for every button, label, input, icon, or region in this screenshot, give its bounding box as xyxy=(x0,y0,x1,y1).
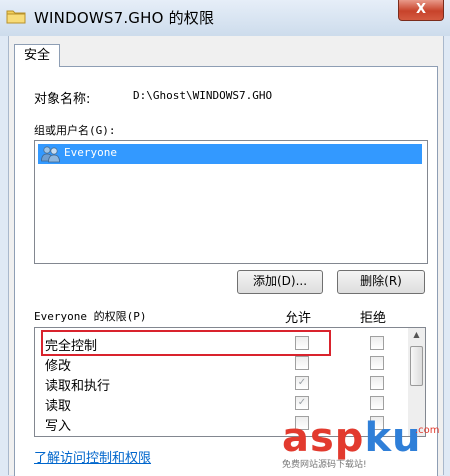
allow-checkbox-full-control[interactable] xyxy=(295,336,309,350)
deny-column-header: 拒绝 xyxy=(360,311,387,326)
watermark-tagline: 免费网站源码下载站! xyxy=(282,460,367,470)
folder-icon xyxy=(6,10,26,24)
deny-checkbox-read-execute[interactable] xyxy=(370,376,384,390)
watermark: aspku .com 免费网站源码下载站! xyxy=(282,415,450,475)
permission-row-read: 读取 ✓ xyxy=(45,395,409,414)
deny-checkbox-full-control[interactable] xyxy=(370,336,384,350)
allow-checkbox-modify[interactable] xyxy=(295,356,309,370)
allow-checkbox-read[interactable]: ✓ xyxy=(295,396,309,410)
deny-checkbox-read[interactable] xyxy=(370,396,384,410)
remove-button[interactable]: 删除(R) xyxy=(337,270,425,294)
permission-row-read-execute: 读取和执行 ✓ xyxy=(45,375,409,394)
add-button[interactable]: 添加(D)... xyxy=(237,270,323,294)
list-item-everyone[interactable]: Everyone xyxy=(38,144,422,164)
group-user-list[interactable]: Everyone xyxy=(34,140,428,264)
watermark-logo: aspku xyxy=(282,415,422,461)
permission-name: 写入 xyxy=(45,419,72,434)
object-name-label: 对象名称: xyxy=(34,92,91,107)
permission-name: 读取 xyxy=(45,399,72,414)
scroll-up-icon[interactable]: ▲ xyxy=(408,328,425,342)
group-list-label: 组或用户名(G): xyxy=(34,124,116,137)
object-name-value: D:\Ghost\WINDOWS7.GHO xyxy=(133,89,273,102)
users-group-icon xyxy=(41,146,60,163)
close-button[interactable]: X xyxy=(398,0,444,21)
allow-checkbox-read-execute[interactable]: ✓ xyxy=(295,376,309,390)
permission-name: 修改 xyxy=(45,359,72,374)
tab-security[interactable]: 安全 xyxy=(14,44,60,67)
permissions-label: Everyone 的权限(P) xyxy=(34,310,147,323)
allow-column-header: 允许 xyxy=(285,311,312,326)
user-name: Everyone xyxy=(64,146,117,159)
watermark-suffix: .com xyxy=(415,425,440,436)
permission-row-full-control: 完全控制 xyxy=(45,335,409,354)
scrollbar-thumb[interactable] xyxy=(410,346,423,386)
title-bar[interactable]: WINDOWS7.GHO 的权限 X xyxy=(0,0,450,36)
permission-row-modify: 修改 xyxy=(45,355,409,374)
window-title: WINDOWS7.GHO 的权限 xyxy=(34,9,215,27)
permission-name: 完全控制 xyxy=(45,339,98,354)
learn-access-control-link[interactable]: 了解访问控制和权限 xyxy=(34,447,151,466)
deny-checkbox-modify[interactable] xyxy=(370,356,384,370)
permission-name: 读取和执行 xyxy=(45,379,111,394)
